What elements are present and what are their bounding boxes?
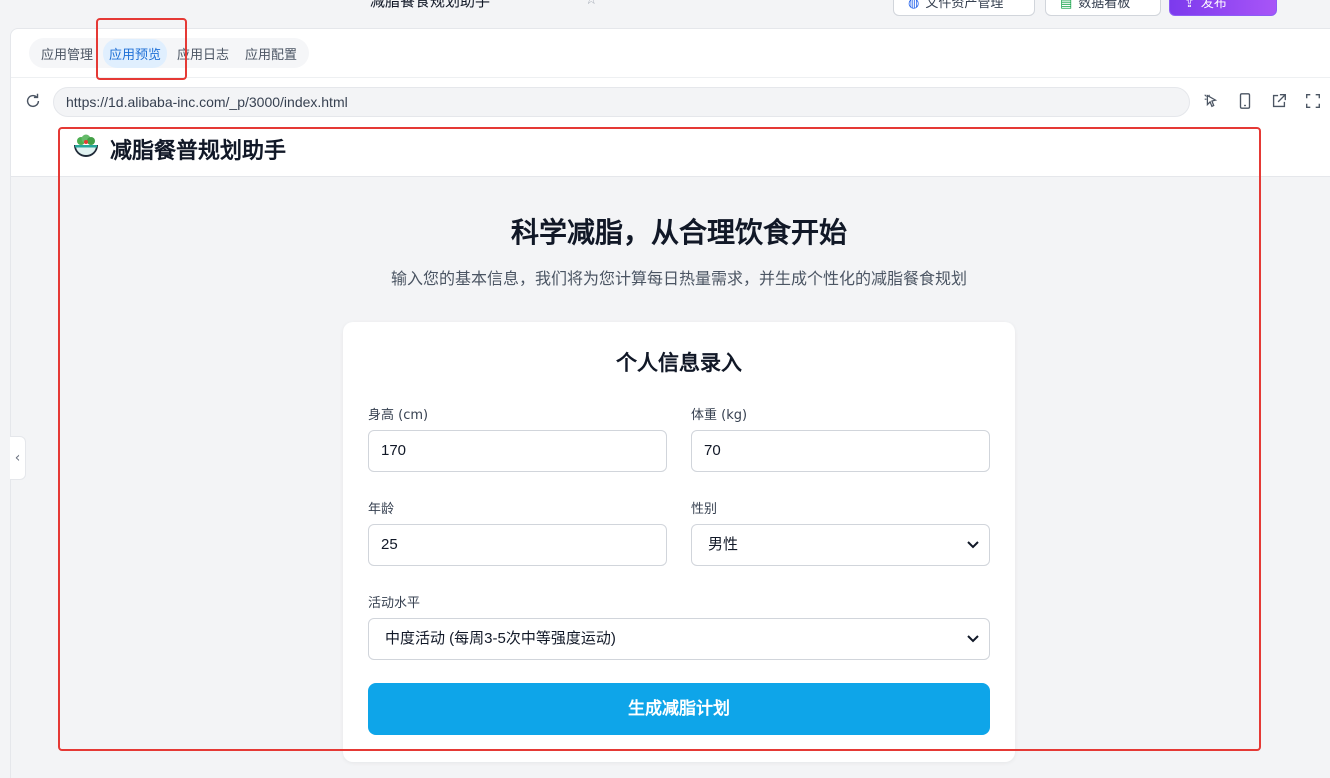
publish-button[interactable]: ⇪ 发布 <box>1169 0 1277 16</box>
chart-icon: ▤ <box>1060 0 1073 11</box>
mobile-view-icon[interactable] <box>1235 92 1255 112</box>
browser-tools <box>1201 92 1323 112</box>
globe-icon: ◍ <box>908 0 920 11</box>
more-icon[interactable]: ··· <box>1292 0 1305 6</box>
tab-app-management[interactable]: 应用管理 <box>35 39 99 68</box>
url-input[interactable]: https://1d.alibaba-inc.com/_p/3000/index… <box>53 87 1190 117</box>
publish-label: 发布 <box>1200 0 1227 11</box>
share-icon: ⇪ <box>1184 0 1195 11</box>
annotation-box-preview <box>58 127 1261 751</box>
open-external-icon[interactable] <box>1269 92 1289 112</box>
dashboard-button[interactable]: ▤ 数据看板 <box>1045 0 1161 16</box>
annotation-box-tab <box>96 18 187 80</box>
chevron-left-icon[interactable]: ‹ <box>10 436 26 480</box>
element-picker-icon[interactable] <box>1201 92 1221 112</box>
dashboard-label: 数据看板 <box>1078 0 1131 11</box>
fullscreen-icon[interactable] <box>1303 92 1323 112</box>
tab-app-config[interactable]: 应用配置 <box>239 39 303 68</box>
star-icon[interactable]: ☆ <box>585 0 598 8</box>
window-title: 减脂餐食规划助手 <box>370 0 491 10</box>
browser-toolbar: https://1d.alibaba-inc.com/_p/3000/index… <box>11 77 1330 125</box>
host-top-bar: 减脂餐食规划助手 ☆ ◍ 文件资产管理 ▤ 数据看板 ⇪ 发布 ··· <box>0 0 1330 28</box>
file-assets-label: 文件资产管理 <box>925 0 1004 11</box>
refresh-icon[interactable] <box>23 92 43 112</box>
file-assets-button[interactable]: ◍ 文件资产管理 <box>893 0 1035 16</box>
